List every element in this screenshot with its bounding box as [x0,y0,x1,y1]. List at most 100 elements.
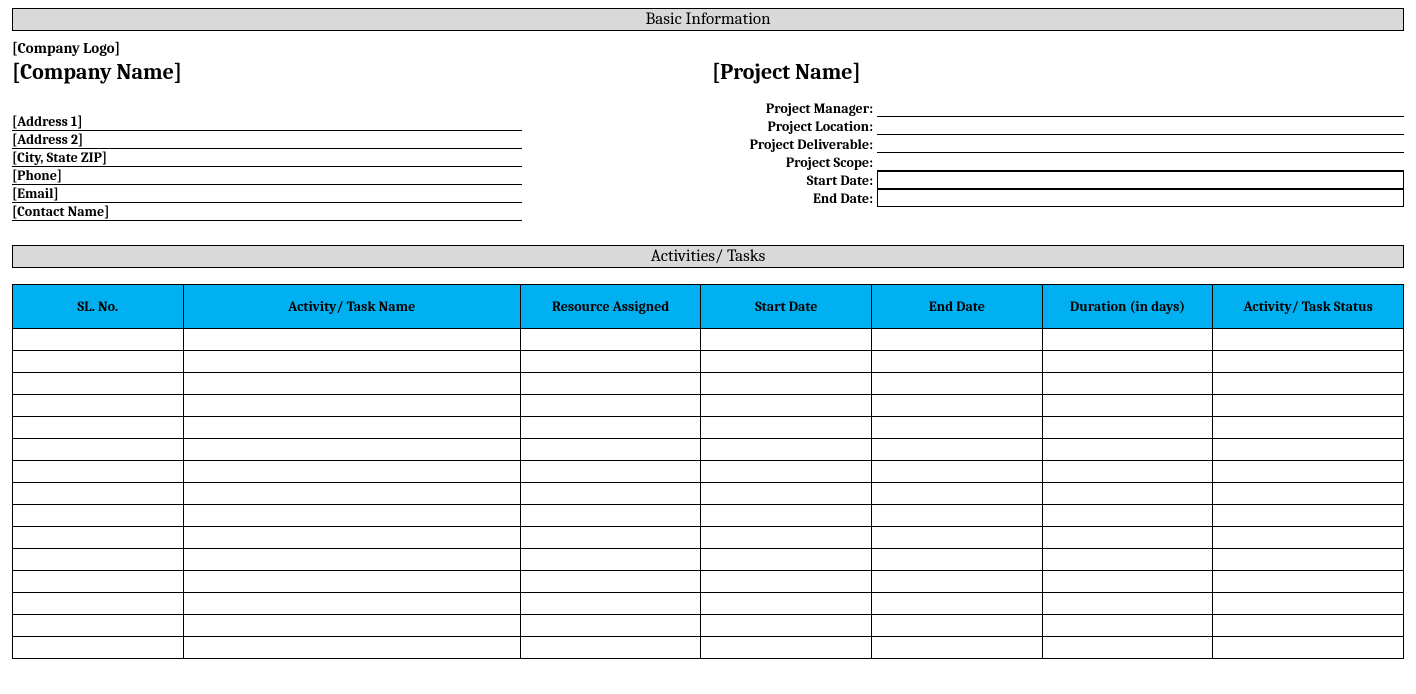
table-cell[interactable] [1213,373,1404,395]
table-cell[interactable] [1042,351,1213,373]
table-cell[interactable] [1042,593,1213,615]
address2-field[interactable]: [Address 2] [12,131,522,149]
table-cell[interactable] [13,483,184,505]
table-cell[interactable] [1213,417,1404,439]
table-cell[interactable] [183,637,520,659]
table-cell[interactable] [183,329,520,351]
table-cell[interactable] [520,351,701,373]
table-cell[interactable] [183,395,520,417]
table-cell[interactable] [520,571,701,593]
table-cell[interactable] [1213,439,1404,461]
table-cell[interactable] [1042,373,1213,395]
table-cell[interactable] [1213,637,1404,659]
table-cell[interactable] [1213,527,1404,549]
table-cell[interactable] [701,351,872,373]
table-cell[interactable] [1042,549,1213,571]
table-cell[interactable] [1213,461,1404,483]
table-cell[interactable] [520,637,701,659]
table-cell[interactable] [1042,439,1213,461]
table-cell[interactable] [1042,505,1213,527]
table-cell[interactable] [1213,351,1404,373]
table-cell[interactable] [701,395,872,417]
table-cell[interactable] [183,549,520,571]
address1-field[interactable]: [Address 1] [12,113,522,131]
table-cell[interactable] [1042,637,1213,659]
table-cell[interactable] [520,549,701,571]
table-cell[interactable] [183,505,520,527]
table-cell[interactable] [520,373,701,395]
table-cell[interactable] [701,593,872,615]
table-cell[interactable] [520,417,701,439]
table-cell[interactable] [183,461,520,483]
table-cell[interactable] [183,483,520,505]
table-cell[interactable] [13,637,184,659]
table-cell[interactable] [520,527,701,549]
phone-field[interactable]: [Phone] [12,167,522,185]
table-cell[interactable] [520,505,701,527]
table-cell[interactable] [1042,461,1213,483]
table-cell[interactable] [183,571,520,593]
table-cell[interactable] [872,571,1043,593]
table-cell[interactable] [872,417,1043,439]
table-cell[interactable] [701,439,872,461]
table-cell[interactable] [701,527,872,549]
table-cell[interactable] [13,615,184,637]
table-cell[interactable] [872,373,1043,395]
table-cell[interactable] [1213,615,1404,637]
project-scope-input[interactable] [877,153,1404,171]
table-cell[interactable] [701,549,872,571]
table-cell[interactable] [183,439,520,461]
table-cell[interactable] [13,527,184,549]
table-cell[interactable] [1213,549,1404,571]
table-cell[interactable] [1213,483,1404,505]
table-cell[interactable] [872,395,1043,417]
table-cell[interactable] [520,483,701,505]
table-cell[interactable] [183,615,520,637]
table-cell[interactable] [701,373,872,395]
table-cell[interactable] [701,329,872,351]
table-cell[interactable] [701,505,872,527]
table-cell[interactable] [520,615,701,637]
table-cell[interactable] [1213,395,1404,417]
table-cell[interactable] [1042,395,1213,417]
table-cell[interactable] [183,527,520,549]
table-cell[interactable] [872,505,1043,527]
table-cell[interactable] [13,395,184,417]
end-date-input[interactable] [877,189,1404,207]
table-cell[interactable] [1213,505,1404,527]
table-cell[interactable] [701,637,872,659]
table-cell[interactable] [1213,593,1404,615]
table-cell[interactable] [520,395,701,417]
table-cell[interactable] [1042,483,1213,505]
project-deliverable-input[interactable] [877,135,1404,153]
table-cell[interactable] [701,571,872,593]
table-cell[interactable] [872,637,1043,659]
table-cell[interactable] [872,593,1043,615]
table-cell[interactable] [872,615,1043,637]
table-cell[interactable] [13,329,184,351]
table-cell[interactable] [872,439,1043,461]
table-cell[interactable] [13,593,184,615]
table-cell[interactable] [1213,329,1404,351]
table-cell[interactable] [1042,329,1213,351]
table-cell[interactable] [1042,571,1213,593]
contact-name-field[interactable]: [Contact Name] [12,203,522,221]
table-cell[interactable] [701,417,872,439]
table-cell[interactable] [520,329,701,351]
table-cell[interactable] [701,483,872,505]
table-cell[interactable] [872,329,1043,351]
table-cell[interactable] [520,439,701,461]
table-cell[interactable] [1042,527,1213,549]
table-cell[interactable] [13,439,184,461]
email-field[interactable]: [Email] [12,185,522,203]
table-cell[interactable] [183,417,520,439]
table-cell[interactable] [183,351,520,373]
table-cell[interactable] [13,351,184,373]
table-cell[interactable] [13,417,184,439]
table-cell[interactable] [872,483,1043,505]
table-cell[interactable] [872,461,1043,483]
table-cell[interactable] [183,593,520,615]
table-cell[interactable] [701,461,872,483]
table-cell[interactable] [701,615,872,637]
table-cell[interactable] [1042,615,1213,637]
